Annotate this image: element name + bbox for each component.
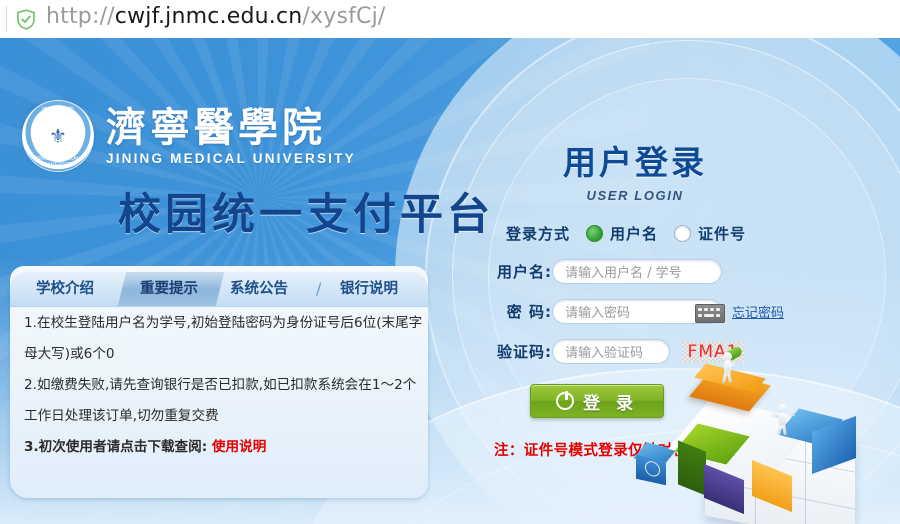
login-submit-label: 登 录 [583, 393, 638, 414]
login-subtitle: USER LOGIN [586, 188, 684, 203]
notice-line-2b: 工作日处理该订单,切勿重复交费 [24, 408, 219, 424]
radio-idcard-mode-label[interactable]: 证件号 [698, 223, 746, 244]
tab-separator: / [316, 279, 322, 298]
login-mode-row: 登录方式 用户名 证件号 [470, 223, 800, 244]
captcha-input[interactable]: 请输入验证码 [552, 339, 670, 364]
blue-cube-front [636, 454, 666, 486]
soft-keyboard-icon[interactable] [695, 304, 725, 323]
blue-emblem-cube [633, 442, 677, 486]
username-placeholder: 请输入用户名 / 学号 [565, 266, 682, 281]
captcha-label: 验证码: [497, 343, 552, 361]
radio-idcard-mode[interactable] [674, 225, 692, 242]
forgot-password-link[interactable]: 忘记密码 [732, 302, 784, 321]
cube-illustration [633, 345, 900, 524]
seal-ring-bottom-text: JINING MEDICAL UNIVERSITY [35, 156, 81, 168]
captcha-row: 验证码: 请输入验证码 FMA1 [470, 339, 800, 364]
notice-line-3-text: 3.初次使用者请点击下载查阅: [24, 439, 212, 455]
notice-line-3: 3.初次使用者请点击下载查阅: 使用说明 [10, 432, 428, 463]
platform-title-reflection: 校园统一支付平台 [118, 194, 494, 219]
url-protocol: http:// [46, 4, 115, 29]
notice-line-2a: 2.如缴费失败,请先查询银行是否已扣款,如已扣款系统会在1～2个 [24, 377, 417, 393]
page-background: 濟寧醫學院 ⚜ JINING MEDICAL UNIVERSITY 濟寧醫學院 … [0, 38, 900, 524]
browser-url-bar[interactable]: http://cwjf.jnmc.edu.cn/xysfCj/ [0, 0, 900, 38]
university-name-cn: 濟寧醫學院 [106, 103, 326, 151]
figure-leg-1a [721, 372, 727, 384]
university-seal-icon: 濟寧醫學院 ⚜ JINING MEDICAL UNIVERSITY [22, 100, 94, 172]
notice-line-1b: 母大写)或6个0 [24, 346, 115, 362]
tab-system-announcement[interactable]: 系统公告 [230, 272, 288, 306]
logo-text-block: 濟寧醫學院 JINING MEDICAL UNIVERSITY [106, 103, 356, 166]
usage-guide-link[interactable]: 使用说明 [212, 439, 266, 455]
power-login-icon [556, 391, 575, 410]
page-root: http://cwjf.jnmc.edu.cn/xysfCj/ 濟寧醫學院 ⚜ … [0, 0, 900, 524]
tab-bank-instructions[interactable]: 银行说明 [340, 272, 398, 306]
login-title: 用户登录 [563, 143, 707, 182]
tab-important-notice[interactable]: 重要提示 [140, 272, 198, 306]
captcha-placeholder: 请输入验证码 [565, 346, 644, 361]
seal-lotus-glyph: ⚜ [49, 126, 67, 149]
password-label: 密 码: [506, 303, 552, 321]
university-logo: 濟寧醫學院 ⚜ JINING MEDICAL UNIVERSITY 濟寧醫學院 … [22, 100, 356, 172]
figure-leg-2a [777, 424, 782, 436]
username-input[interactable]: 请输入用户名 / 学号 [552, 259, 722, 284]
username-row: 用户名: 请输入用户名 / 学号 [470, 259, 800, 284]
login-mode-label: 登录方式 [506, 225, 571, 243]
radio-username-mode[interactable] [586, 225, 604, 242]
password-row: 密 码: 请输入密码 忘记密码 [470, 299, 800, 324]
url-host: cwjf.jnmc.edu.cn [114, 4, 303, 29]
university-name-en: JINING MEDICAL UNIVERSITY [106, 150, 356, 166]
notice-line-1a: 1.在校生登陆用户名为学号,初始登陆密码为身份证号后6位(末尾字 [24, 315, 423, 331]
login-submit-button[interactable]: 登 录 [530, 384, 664, 418]
url-bar-divider [6, 6, 7, 32]
url-text[interactable]: http://cwjf.jnmc.edu.cn/xysfCj/ [46, 4, 386, 29]
url-path: /xysfCj/ [302, 4, 386, 29]
password-input[interactable]: 请输入密码 [552, 299, 725, 324]
blue-cube-emblem-icon [645, 459, 660, 478]
radio-username-mode-label[interactable]: 用户名 [610, 223, 658, 244]
password-placeholder: 请输入密码 [565, 306, 631, 321]
figure-leg-1b [726, 372, 732, 384]
figure-leg-2b [782, 424, 787, 436]
username-label: 用户名: [497, 263, 552, 281]
tab-school-intro[interactable]: 学校介绍 [36, 272, 94, 306]
info-tabs[interactable]: 学校介绍 重要提示 系统公告 / 银行说明 [10, 272, 428, 307]
notice-body: 1.在校生登陆用户名为学号,初始登陆密码为身份证号后6位(末尾字 母大写)或6个… [10, 308, 428, 463]
shield-check-icon [17, 9, 35, 30]
figure-arms-open [768, 404, 796, 436]
figure-with-megaphone [721, 345, 744, 384]
